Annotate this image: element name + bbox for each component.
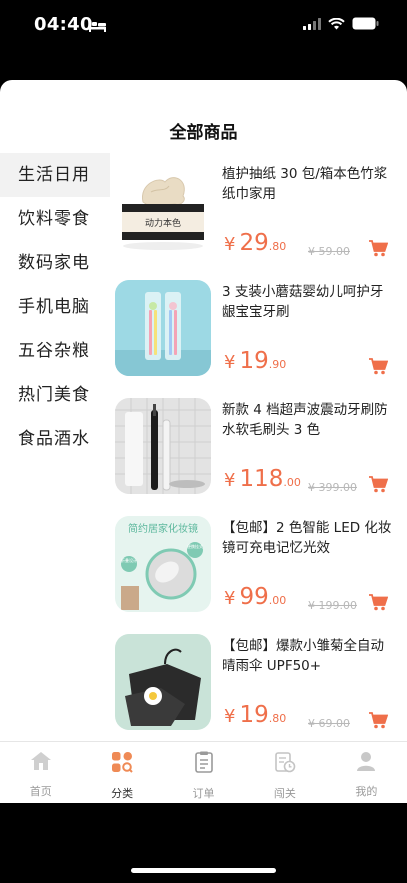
product-card[interactable]: 动力本色 植护抽纸 30 包/箱本色竹浆纸巾家用 ¥29.80 ¥ 59.00 — [110, 153, 407, 271]
tab-category[interactable]: 分类 — [81, 742, 162, 803]
product-list: 动力本色 植护抽纸 30 包/箱本色竹浆纸巾家用 ¥29.80 ¥ 59.00 — [110, 153, 407, 743]
tab-profile[interactable]: 我的 — [326, 742, 407, 803]
tissue-brand-text: 动力本色 — [145, 217, 181, 229]
product-price: ¥99.00 — [224, 584, 287, 610]
category-item-food-liquor[interactable]: 食品酒水 — [0, 417, 110, 461]
product-card[interactable]: 【包邮】爆款小雏菊全自动晴雨伞 UPF50+ ¥19.80 ¥ 69.00 — [110, 625, 407, 743]
product-name: 新款 4 档超声波震动牙刷防水软毛刷头 3 色 — [222, 402, 388, 438]
product-name: 【包邮】2 色智能 LED 化妆镜可充电记忆光效 — [222, 520, 392, 556]
product-image-baby-toothbrush — [115, 280, 211, 376]
home-indicator[interactable] — [131, 868, 276, 873]
product-card[interactable]: 新款 4 档超声波震动牙刷防水软毛刷头 3 色 ¥118.00 ¥ 399.00 — [110, 389, 407, 507]
category-item-digital-appliances[interactable]: 数码家电 — [0, 241, 110, 285]
category-icon — [111, 751, 133, 777]
category-item-grains[interactable]: 五谷杂粮 — [0, 329, 110, 373]
add-to-cart-icon[interactable] — [368, 239, 389, 261]
battery-icon — [352, 15, 379, 34]
category-item-daily-use[interactable]: 生活日用 — [0, 153, 110, 197]
bottom-tab-bar: 首页 分类 订单 闯关 我的 — [0, 741, 407, 803]
home-icon — [30, 751, 52, 775]
tab-challenge[interactable]: 闯关 — [244, 742, 325, 803]
product-original-price: ¥ 69.00 — [308, 717, 350, 730]
product-card[interactable]: 简约居家化妆镜 便携挂式 折叠设计 【包邮】2 色智能 LED 化妆镜可充电记忆… — [110, 507, 407, 625]
product-image-led-mirror: 简约居家化妆镜 便携挂式 折叠设计 — [115, 516, 211, 612]
tab-label: 我的 — [355, 785, 378, 798]
tab-home[interactable]: 首页 — [0, 742, 81, 803]
tab-label: 分类 — [111, 787, 134, 800]
category-item-phones-computers[interactable]: 手机电脑 — [0, 285, 110, 329]
category-item-popular-food[interactable]: 热门美食 — [0, 373, 110, 417]
order-icon — [194, 751, 214, 777]
wifi-icon — [328, 15, 345, 34]
product-image-tissue: 动力本色 — [115, 162, 211, 258]
mirror-banner-text: 简约居家化妆镜 — [128, 522, 198, 535]
signal-icon — [303, 15, 321, 34]
product-price: ¥118.00 — [224, 466, 301, 492]
page-title: 全部商品 — [169, 123, 238, 143]
add-to-cart-icon[interactable] — [368, 357, 389, 379]
product-original-price: ¥ 59.00 — [308, 245, 350, 258]
product-price: ¥19.80 — [224, 702, 287, 728]
level-icon — [274, 751, 296, 777]
product-image-umbrella — [115, 634, 211, 730]
status-time: 04:40 — [34, 14, 93, 35]
product-name: 【包邮】爆款小雏菊全自动晴雨伞 UPF50+ — [222, 638, 384, 674]
product-price: ¥29.80 — [224, 230, 287, 256]
status-bar: 04:40 — [0, 0, 407, 50]
tab-orders[interactable]: 订单 — [163, 742, 244, 803]
product-card[interactable]: 3 支装小蘑菇婴幼儿呵护牙龈宝宝牙刷 ¥19.90 — [110, 271, 407, 389]
tab-label: 首页 — [29, 785, 52, 798]
profile-icon — [356, 751, 376, 775]
category-sidebar: 生活日用 饮料零食 数码家电 手机电脑 五谷杂粮 热门美食 食品酒水 — [0, 153, 110, 461]
add-to-cart-icon[interactable] — [368, 475, 389, 497]
product-image-sonic-toothbrush — [115, 398, 211, 494]
sleep-focus-icon — [88, 17, 107, 36]
app-screen: 全部商品 生活日用 饮料零食 数码家电 手机电脑 五谷杂粮 热门美食 食品酒水 … — [0, 80, 407, 803]
add-to-cart-icon[interactable] — [368, 593, 389, 615]
mirror-badge-text: 便携挂式 — [187, 543, 203, 549]
product-price: ¥19.90 — [224, 348, 287, 374]
tab-label: 闯关 — [273, 787, 296, 800]
mirror-badge-text: 折叠设计 — [121, 557, 137, 563]
product-name: 植护抽纸 30 包/箱本色竹浆纸巾家用 — [222, 166, 388, 202]
tab-label: 订单 — [192, 787, 215, 800]
product-original-price: ¥ 199.00 — [308, 599, 357, 612]
product-name: 3 支装小蘑菇婴幼儿呵护牙龈宝宝牙刷 — [222, 284, 384, 320]
add-to-cart-icon[interactable] — [368, 711, 389, 733]
product-original-price: ¥ 399.00 — [308, 481, 357, 494]
category-item-drinks-snacks[interactable]: 饮料零食 — [0, 197, 110, 241]
